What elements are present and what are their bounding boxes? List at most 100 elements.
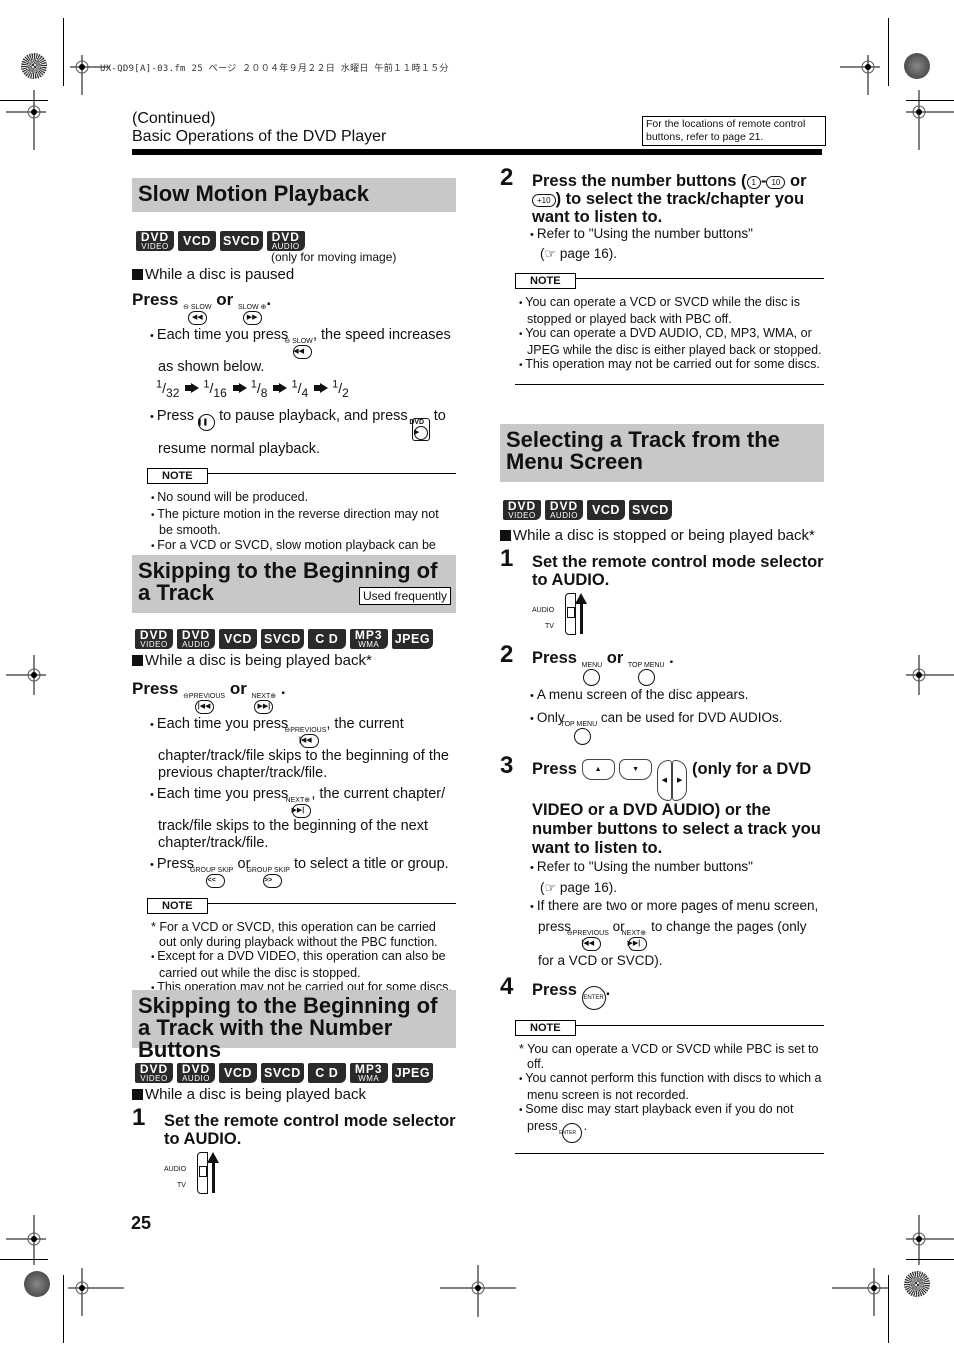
enter-button-icon: ENTER: [581, 986, 606, 1010]
registration-disc-icon: [21, 53, 47, 79]
next-button-icon: NEXT⊕ ▶▶|: [252, 693, 276, 714]
section-title: Selecting a Track from the Menu Screen: [500, 424, 824, 482]
number-button-10-icon: 10: [766, 176, 786, 189]
section-skip-number: Skipping to the Beginning of a Track wit…: [132, 990, 456, 1198]
crosshair-icon: [6, 90, 46, 150]
press-instruction: Press ⊖ SLOW ◀◀ or SLOW ⊕ ▶▶.: [132, 290, 456, 325]
section-title: Slow Motion Playback: [132, 178, 456, 212]
condition: While a disc is stopped or being played …: [500, 527, 824, 545]
note-item: You cannot perform this function with di…: [515, 1071, 824, 1102]
step: 4 Press ENTER.: [500, 975, 824, 1010]
speed-fraction: 1/16: [203, 378, 227, 400]
arrow-up-icon: [212, 1160, 215, 1193]
disc-badge: SVCD: [261, 1063, 304, 1083]
registration-disc-icon: [904, 53, 930, 79]
group-skip-forward-button-icon: GROUP SKIP >>: [246, 867, 290, 888]
arrow-right-icon: [314, 382, 329, 393]
square-bullet-icon: [500, 530, 511, 541]
speed-sequence: 1/32 1/16 1/8 1/4 1/2: [156, 378, 456, 400]
bullet: Each time you press NEXT⊕▶▶|, the curren…: [132, 786, 456, 852]
note-item: The picture motion in the reverse direct…: [147, 507, 456, 538]
next-button-icon: NEXT⊕ ▶▶|: [622, 930, 648, 951]
bullet: Press ❚❚ to pause playback, and press DV…: [132, 408, 456, 458]
square-bullet-icon: [132, 269, 143, 280]
disc-badges: DVD VIDEO VCD SVCD DVD AUDIO: [136, 231, 456, 251]
step: 3 Press ▲ ▼ ◀ ▶ (only for a DVD VIDEO or …: [500, 752, 821, 858]
note-label: NOTE: [147, 468, 208, 484]
note-box: NOTE You can operate a VCD or SVCD while…: [515, 1018, 824, 1154]
cursor-down-button-icon: ▼: [619, 759, 653, 780]
crosshair-icon: [906, 1215, 954, 1265]
menu-button-icon: MENU: [582, 662, 602, 686]
disc-badge: C D: [307, 629, 346, 649]
bullet: If there are two or more pages of menu s…: [500, 896, 824, 971]
note-item: This operation may not be carried out fo…: [515, 357, 824, 374]
disc-badge: DVD AUDIO: [177, 629, 215, 649]
note-item: For a VCD or SVCD, this operation can be…: [147, 920, 456, 949]
speed-fraction: 1/8: [250, 378, 268, 400]
condition: While a disc is being played back*: [132, 652, 456, 670]
cursor-left-button-icon: ◀: [656, 760, 673, 801]
previous-button-icon: ⊖PREVIOUS |◀◀: [183, 693, 225, 714]
disc-badge: VCD: [178, 231, 216, 251]
disc-badge: VCD: [587, 500, 625, 520]
previous-button-icon: ⊖PREVIOUS |◀◀: [567, 930, 609, 951]
crosshair-icon: [840, 55, 880, 95]
bullet: Refer to "Using the number buttons": [500, 226, 824, 243]
header-rule: [132, 149, 822, 155]
note-label: NOTE: [147, 898, 208, 914]
square-bullet-icon: [132, 655, 143, 666]
disc-badge: DVD AUDIO: [266, 231, 305, 251]
crosshair-icon: [6, 655, 46, 695]
note-item: Some disc may start playback even if you…: [515, 1102, 824, 1143]
disc-badge: DVD VIDEO: [503, 500, 541, 520]
number-button-1-icon: 1: [746, 176, 761, 189]
square-bullet-icon: [132, 1089, 143, 1100]
disc-badges: DVD VIDEO DVD AUDIO VCD SVCD C D MP3 WMA JPEG: [135, 1063, 456, 1083]
previous-button-icon: ⊖PREVIOUS |◀◀: [284, 727, 326, 748]
arrow-right-icon: [273, 382, 288, 393]
section-skip-number-cont: 2 Press the number buttons (1-10 or +10)…: [500, 166, 824, 385]
registration-disc-icon: [904, 1271, 930, 1297]
crosshair-icon: [68, 1268, 124, 1316]
note-item: Except for a DVD VIDEO, this operation c…: [147, 949, 456, 980]
section-title: Skipping to the Beginning of a Track wit…: [132, 990, 456, 1061]
page-number: 25: [131, 1213, 152, 1233]
disc-badge: DVD VIDEO: [136, 231, 174, 251]
header-title: Basic Operations of the DVD Player: [132, 128, 387, 145]
page-reference: (☞ page 16).: [540, 246, 617, 261]
top-menu-button-icon: TOP MENU: [628, 662, 665, 686]
slow-reverse-button-icon: ⊖ SLOW ◀◀: [284, 338, 313, 359]
disc-badge: DVD AUDIO: [545, 500, 583, 520]
bullet: Only TOP MENU can be used for DVD AUDIOs…: [500, 709, 824, 745]
disc-badge: VCD: [219, 629, 257, 649]
mode-selector-illustration: AUDIO TV: [164, 1152, 264, 1198]
note-item: No sound will be produced.: [147, 490, 456, 507]
bullet: Each time you press ⊖PREVIOUS|◀◀, the cu…: [132, 716, 456, 782]
top-menu-button-icon: TOP MENU: [560, 721, 597, 745]
disc-badge: SVCD: [220, 231, 263, 251]
cursor-up-button-icon: ▲: [581, 759, 615, 780]
arrow-up-icon: [580, 601, 583, 634]
page-reference: (☞ page 16).: [540, 880, 617, 895]
slow-reverse-button-icon: ⊖ SLOW ◀◀: [183, 304, 212, 325]
arrow-right-icon: [232, 382, 247, 393]
note-label: NOTE: [515, 273, 576, 289]
disc-badge: MP3 WMA: [349, 629, 388, 649]
pointing-hand-icon: ☞: [544, 246, 557, 261]
section-title: Skipping to the Beginning of a Track Use…: [132, 555, 456, 613]
crosshair-icon: [6, 1215, 46, 1265]
crosshair-icon: [440, 1265, 516, 1317]
speed-fraction: 1/2: [332, 378, 349, 400]
disc-badge: JPEG: [391, 1063, 434, 1083]
group-skip-back-button-icon: GROUP SKIP <<: [190, 867, 233, 888]
crosshair-icon: [832, 1268, 888, 1316]
pause-button-icon: ❚❚: [197, 414, 216, 431]
step: 1 Set the remote control mode selector t…: [500, 545, 824, 590]
registration-disc-icon: [24, 1271, 50, 1297]
note-item: You can operate a VCD or SVCD while PBC …: [515, 1042, 824, 1071]
section-menu-screen: Selecting a Track from the Menu Screen D…: [500, 424, 824, 1154]
arrow-right-icon: [185, 382, 200, 393]
disc-badge: JPEG: [391, 629, 434, 649]
remote-reference-box: For the locations of remote control butt…: [642, 116, 826, 146]
